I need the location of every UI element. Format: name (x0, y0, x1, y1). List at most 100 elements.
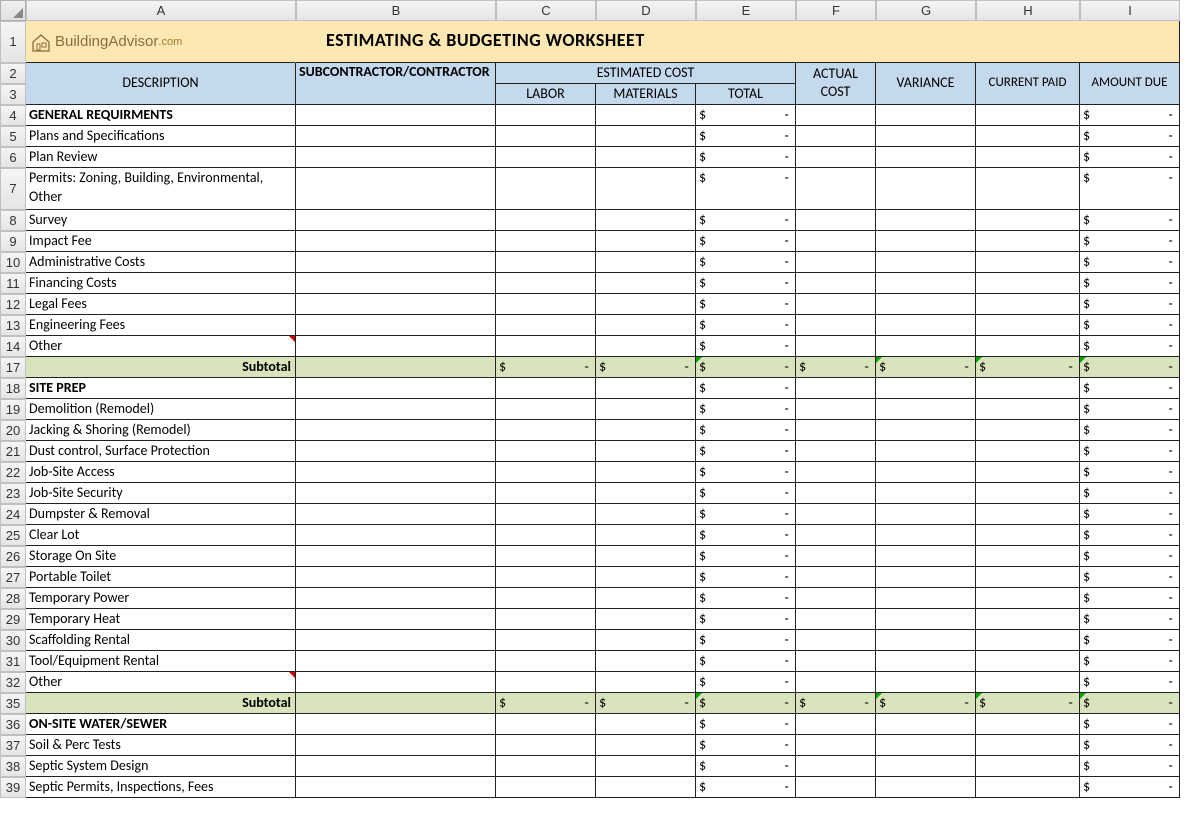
row-header-3[interactable]: 3 (0, 84, 26, 105)
cell-desc[interactable]: Portable Toilet (26, 567, 296, 588)
cell-desc[interactable]: Clear Lot (26, 525, 296, 546)
row-header-39[interactable]: 39 (0, 777, 26, 798)
cell-G[interactable] (876, 294, 976, 315)
cell-desc[interactable]: Dust control, Surface Protection (26, 441, 296, 462)
cell-F[interactable] (796, 336, 876, 357)
cell-B[interactable] (296, 588, 496, 609)
cell-C[interactable] (496, 777, 596, 798)
cell-D[interactable] (596, 441, 696, 462)
row-header-4[interactable]: 4 (0, 105, 26, 126)
cell-E[interactable]: $- (696, 672, 796, 693)
column-header-D[interactable]: D (596, 0, 696, 21)
row-header-13[interactable]: 13 (0, 315, 26, 336)
cell-H[interactable] (976, 105, 1080, 126)
row-header-23[interactable]: 23 (0, 483, 26, 504)
cell-H[interactable] (976, 147, 1080, 168)
cell-G[interactable] (876, 756, 976, 777)
cell-G[interactable] (876, 147, 976, 168)
cell-I[interactable]: $- (1080, 357, 1180, 378)
cell-H[interactable] (976, 399, 1080, 420)
cell-H[interactable] (976, 714, 1080, 735)
cell-B[interactable] (296, 714, 496, 735)
cell-D[interactable] (596, 735, 696, 756)
cell-desc[interactable]: GENERAL REQUIRMENTS (26, 105, 296, 126)
cell-B[interactable] (296, 777, 496, 798)
cell-C[interactable] (496, 672, 596, 693)
cell-G[interactable] (876, 483, 976, 504)
cell-E[interactable]: $- (696, 378, 796, 399)
row-header-27[interactable]: 27 (0, 567, 26, 588)
row-header-7[interactable]: 7 (0, 168, 26, 210)
cell-C[interactable] (496, 462, 596, 483)
cell-H[interactable]: $- (976, 357, 1080, 378)
cell-I[interactable]: $- (1080, 336, 1180, 357)
cell-G[interactable] (876, 504, 976, 525)
column-header-H[interactable]: H (976, 0, 1080, 21)
cell-D[interactable] (596, 315, 696, 336)
cell-F[interactable] (796, 525, 876, 546)
cell-G[interactable] (876, 105, 976, 126)
cell-H[interactable] (976, 651, 1080, 672)
column-header-G[interactable]: G (876, 0, 976, 21)
cell-C[interactable] (496, 609, 596, 630)
cell-D[interactable] (596, 777, 696, 798)
cell-desc[interactable]: Permits: Zoning, Building, Environmental… (26, 168, 296, 210)
row-header-10[interactable]: 10 (0, 252, 26, 273)
cell-B[interactable] (296, 756, 496, 777)
cell-B[interactable] (296, 294, 496, 315)
cell-desc[interactable]: Temporary Power (26, 588, 296, 609)
cell-E[interactable]: $- (696, 273, 796, 294)
cell-D[interactable] (596, 126, 696, 147)
cell-B[interactable] (296, 147, 496, 168)
cell-C[interactable] (496, 399, 596, 420)
cell-desc[interactable]: Job-Site Security (26, 483, 296, 504)
cell-E[interactable]: $- (696, 147, 796, 168)
cell-D[interactable] (596, 567, 696, 588)
cell-D[interactable] (596, 294, 696, 315)
cell-E[interactable]: $- (696, 588, 796, 609)
cell-F[interactable] (796, 420, 876, 441)
cell-B[interactable] (296, 462, 496, 483)
cell-C[interactable] (496, 147, 596, 168)
cell-F[interactable] (796, 756, 876, 777)
cell-C[interactable] (496, 105, 596, 126)
cell-desc[interactable]: Subtotal (26, 357, 296, 378)
cell-H[interactable] (976, 504, 1080, 525)
cell-B[interactable] (296, 420, 496, 441)
cell-D[interactable] (596, 483, 696, 504)
cell-G[interactable] (876, 777, 976, 798)
cell-E[interactable]: $- (696, 609, 796, 630)
cell-F[interactable] (796, 504, 876, 525)
cell-C[interactable] (496, 756, 596, 777)
cell-B[interactable] (296, 273, 496, 294)
cell-desc[interactable]: Dumpster & Removal (26, 504, 296, 525)
row-header-5[interactable]: 5 (0, 126, 26, 147)
row-header-30[interactable]: 30 (0, 630, 26, 651)
cell-C[interactable] (496, 714, 596, 735)
cell-E[interactable]: $- (696, 105, 796, 126)
cell-H[interactable]: $- (976, 693, 1080, 714)
cell-C[interactable] (496, 630, 596, 651)
cell-desc[interactable]: Financing Costs (26, 273, 296, 294)
cell-desc[interactable]: Tool/Equipment Rental (26, 651, 296, 672)
cell-B[interactable] (296, 252, 496, 273)
cell-G[interactable] (876, 210, 976, 231)
cell-G[interactable] (876, 378, 976, 399)
cell-I[interactable]: $- (1080, 315, 1180, 336)
cell-B[interactable] (296, 672, 496, 693)
row-header-1[interactable]: 1 (0, 21, 26, 63)
cell-G[interactable] (876, 525, 976, 546)
cell-E[interactable]: $- (696, 462, 796, 483)
cell-desc[interactable]: ON-SITE WATER/SEWER (26, 714, 296, 735)
cell-I[interactable]: $- (1080, 462, 1180, 483)
cell-C[interactable] (496, 252, 596, 273)
cell-desc[interactable]: Plan Review (26, 147, 296, 168)
cell-B[interactable] (296, 336, 496, 357)
cell-B[interactable] (296, 441, 496, 462)
cell-H[interactable] (976, 231, 1080, 252)
cell-desc[interactable]: Plans and Specifications (26, 126, 296, 147)
cell-B[interactable] (296, 231, 496, 252)
row-header-28[interactable]: 28 (0, 588, 26, 609)
cell-desc[interactable]: Soil & Perc Tests (26, 735, 296, 756)
cell-desc[interactable]: Other (26, 672, 296, 693)
